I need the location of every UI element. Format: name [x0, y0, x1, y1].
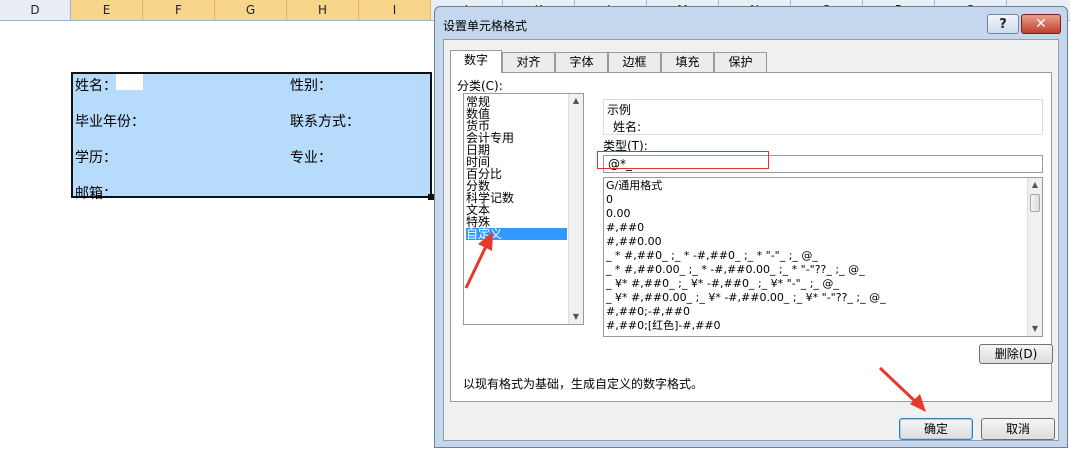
format-code-item[interactable]: #,##0 — [606, 222, 644, 234]
tab-fill[interactable]: 填充 — [661, 52, 714, 72]
tab-font[interactable]: 字体 — [555, 52, 608, 72]
format-code-item[interactable]: #,##0.00 — [606, 236, 662, 248]
ok-button[interactable]: 确定 — [899, 418, 973, 440]
column-header-f[interactable]: F — [143, 0, 215, 20]
format-code-item[interactable]: _ * #,##0_ ;_ * -#,##0_ ;_ * "-"_ ;_ @_ — [606, 250, 818, 262]
scroll-down-icon[interactable]: ▼ — [1028, 322, 1042, 336]
sample-value: 姓名: — [613, 120, 642, 134]
selected-range[interactable] — [71, 72, 432, 198]
format-code-item[interactable]: _ ¥* #,##0_ ;_ ¥* -#,##0_ ;_ ¥* "-"_ ;_ … — [606, 278, 839, 290]
cell-education-label[interactable]: 学历： — [75, 147, 117, 167]
name-value-cell[interactable] — [116, 74, 143, 90]
format-code-item[interactable]: _ ¥* #,##0.00_ ;_ ¥* -#,##0.00_ ;_ ¥* "-… — [606, 292, 886, 304]
format-code-item[interactable]: #,##0;[红色]-#,##0 — [606, 320, 721, 332]
scroll-up-icon[interactable]: ▲ — [569, 94, 583, 108]
format-code-item[interactable]: G/通用格式 — [606, 180, 662, 192]
format-code-item[interactable]: _ * #,##0.00_ ;_ * -#,##0.00_ ;_ * "-"??… — [606, 264, 865, 276]
cell-major-label[interactable]: 专业： — [290, 147, 332, 167]
format-code-item[interactable]: 0 — [606, 194, 613, 206]
column-header-g[interactable]: G — [215, 0, 287, 20]
column-header-i[interactable]: I — [359, 0, 431, 20]
column-header-d[interactable]: D — [0, 0, 71, 20]
close-icon: ✕ — [1035, 16, 1047, 32]
cell-name-label[interactable]: 姓名： — [75, 75, 117, 95]
sample-label: 示例 — [607, 103, 632, 117]
number-tab-panel: 分类(C): 常规 数值 货币 会计专用 日期 时间 百分比 分数 科学记数 文… — [450, 72, 1053, 402]
category-scrollbar[interactable]: ▲ ▼ — [568, 94, 583, 324]
tab-alignment[interactable]: 对齐 — [502, 52, 555, 72]
cancel-button[interactable]: 取消 — [981, 418, 1055, 440]
cell-grad-year-label[interactable]: 毕业年份： — [75, 111, 145, 131]
format-scrollbar[interactable]: ▲ ▼ — [1027, 178, 1042, 336]
sample-group — [603, 99, 1043, 135]
cell-contact-label[interactable]: 联系方式： — [290, 111, 360, 131]
scroll-down-icon[interactable]: ▼ — [569, 310, 583, 324]
help-button[interactable]: ? — [987, 14, 1019, 34]
category-custom[interactable]: 自定义 — [466, 228, 567, 240]
tab-number[interactable]: 数字 — [450, 50, 502, 73]
delete-button[interactable]: 删除(D) — [979, 344, 1053, 364]
scroll-up-icon[interactable]: ▲ — [1028, 178, 1042, 192]
close-button[interactable]: ✕ — [1021, 14, 1061, 34]
cell-email-label[interactable]: 邮箱： — [75, 183, 117, 203]
format-code-item[interactable]: #,##0;-#,##0 — [606, 306, 690, 318]
dialog-client-area: 数字 对齐 字体 边框 填充 保护 分类(C): 常规 数值 货币 会计专用 日… — [443, 39, 1059, 441]
tab-border[interactable]: 边框 — [608, 52, 661, 72]
tab-protection[interactable]: 保护 — [714, 52, 767, 72]
description-text: 以现有格式为基础，生成自定义的数字格式。 — [463, 377, 704, 391]
dialog-title: 设置单元格格式 — [443, 19, 528, 33]
format-code-item[interactable]: 0.00 — [606, 208, 631, 220]
type-highlight-box — [597, 151, 769, 169]
category-label: 分类(C): — [457, 79, 503, 93]
format-code-list[interactable]: G/通用格式 0 0.00 #,##0 #,##0.00 _ * #,##0_ … — [603, 177, 1043, 337]
column-header-h[interactable]: H — [287, 0, 359, 20]
column-header-e[interactable]: E — [71, 0, 143, 20]
cell-gender-label[interactable]: 性别： — [290, 75, 332, 95]
category-list[interactable]: 常规 数值 货币 会计专用 日期 时间 百分比 分数 科学记数 文本 特殊 自定… — [463, 93, 584, 325]
scroll-thumb[interactable] — [1030, 194, 1040, 212]
format-cells-dialog: 设置单元格格式 ? ✕ 数字 对齐 字体 边框 填充 保护 分类(C): 常规 … — [434, 6, 1068, 448]
dialog-titlebar[interactable]: 设置单元格格式 ? ✕ — [435, 7, 1067, 39]
